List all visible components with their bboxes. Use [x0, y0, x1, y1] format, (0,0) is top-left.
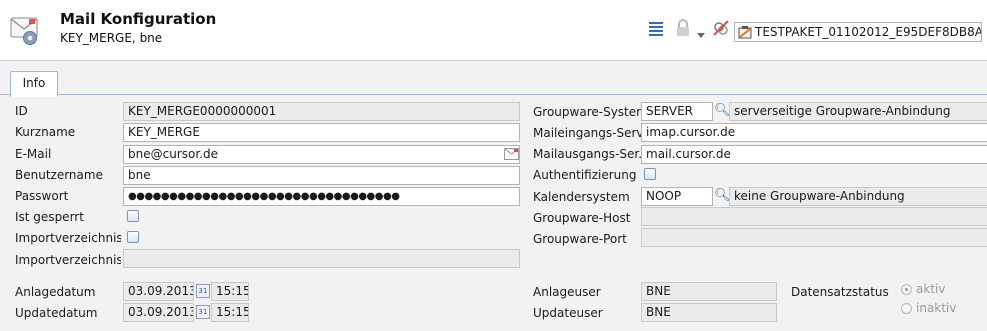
package-field[interactable]: TESTPAKET_01102012_E95DEF8DB8A8B109: [734, 22, 982, 42]
maileingangs-server-label: Maileingangs-Server: [533, 126, 641, 140]
authentifizierung-label: Authentifizierung ...: [533, 168, 641, 182]
id-label: ID: [15, 104, 28, 118]
package-field-text: TESTPAKET_01102012_E95DEF8DB8A8B109: [755, 25, 982, 39]
mailausgangs-server-label: Mailausgangs-Ser...: [533, 147, 641, 161]
groupware-host-field[interactable]: [641, 207, 987, 226]
passwort-field[interactable]: ●●●●●●●●●●●●●●●●●●●●●●●●●●●●●●●●●: [123, 187, 520, 206]
importverzeichnis-checkbox[interactable]: [127, 231, 139, 243]
maileingangs-server-field[interactable]: imap.cursor.de: [641, 123, 987, 142]
kalendersystem-lookup-icon[interactable]: 🔍︎: [714, 189, 731, 203]
tab-info-label: Info: [22, 76, 46, 90]
anlagedatum-calendar-icon[interactable]: 31: [196, 284, 210, 298]
anlagedatum-time-field[interactable]: 15:15: [211, 282, 249, 301]
anlageuser-label: Anlageuser: [533, 285, 601, 299]
lock-icon[interactable]: [675, 19, 691, 37]
anlagedatum-label: Anlagedatum: [15, 285, 96, 299]
email-compose-icon[interactable]: [504, 148, 519, 160]
kalendersystem-label: Kalendersystem: [533, 190, 630, 204]
updatedatum-date-field[interactable]: 03.09.2013: [123, 303, 194, 322]
list-icon[interactable]: [648, 20, 664, 36]
updateuser-field[interactable]: BNE: [641, 303, 777, 322]
mail-config-icon: [8, 12, 44, 48]
kalendersystem-description: keine Groupware-Anbindung: [729, 187, 987, 206]
groupware-port-field[interactable]: [641, 228, 987, 247]
anlageuser-field[interactable]: BNE: [641, 282, 777, 301]
importverzeichnis-field[interactable]: [123, 249, 520, 268]
kurzname-field[interactable]: KEY_MERGE: [123, 123, 520, 142]
ist-gesperrt-checkbox[interactable]: [127, 210, 139, 222]
tab-info[interactable]: Info: [10, 71, 58, 97]
status-inaktiv-radio[interactable]: [901, 303, 912, 314]
benutzername-field[interactable]: bne: [123, 166, 520, 185]
groupware-system-lookup-icon[interactable]: 🔍︎: [714, 104, 731, 118]
importverzeichnis-label: Importverzeichnis: [15, 253, 121, 267]
email-field[interactable]: bne@cursor.de: [123, 145, 520, 164]
kurzname-label: Kurzname: [15, 125, 76, 139]
updatedatum-label: Updatedatum: [15, 306, 98, 320]
updatedatum-time-field[interactable]: 15:15: [211, 303, 249, 322]
no-link-icon[interactable]: [712, 19, 730, 37]
updateuser-label: Updateuser: [533, 306, 603, 320]
status-aktiv-radio[interactable]: [901, 284, 912, 295]
page-subtitle: KEY_MERGE, bne: [60, 31, 163, 45]
kalendersystem-code-field[interactable]: NOOP: [641, 187, 713, 206]
package-icon: [738, 25, 752, 39]
groupware-host-label: Groupware-Host: [533, 211, 631, 225]
groupware-system-description: serverseitige Groupware-Anbindung: [729, 102, 987, 121]
page-title: Mail Konfiguration: [60, 10, 217, 28]
id-field[interactable]: KEY_MERGE0000000001: [123, 102, 520, 121]
groupware-system-code-field[interactable]: SERVER: [641, 102, 713, 121]
tab-strip: [0, 70, 987, 95]
status-inaktiv-label: inaktiv: [916, 301, 957, 315]
mailausgangs-server-field[interactable]: mail.cursor.de: [641, 145, 987, 164]
email-label: E-Mail: [15, 147, 52, 161]
authentifizierung-checkbox[interactable]: [644, 168, 656, 180]
updatedatum-calendar-icon[interactable]: 31: [196, 305, 210, 319]
chevron-down-icon[interactable]: [697, 27, 705, 38]
groupware-system-label: Groupware-System: [533, 105, 641, 119]
benutzername-label: Benutzername: [15, 168, 103, 182]
groupware-port-label: Groupware-Port: [533, 232, 627, 246]
passwort-label: Passwort: [15, 189, 69, 203]
importverzeichnis-flag-label: Importverzeichnis ...: [15, 231, 121, 245]
datensatzstatus-label: Datensatzstatus: [791, 285, 889, 299]
status-aktiv-label: aktiv: [916, 282, 946, 296]
anlagedatum-date-field[interactable]: 03.09.2013: [123, 282, 194, 301]
ist-gesperrt-label: Ist gesperrt: [15, 210, 84, 224]
